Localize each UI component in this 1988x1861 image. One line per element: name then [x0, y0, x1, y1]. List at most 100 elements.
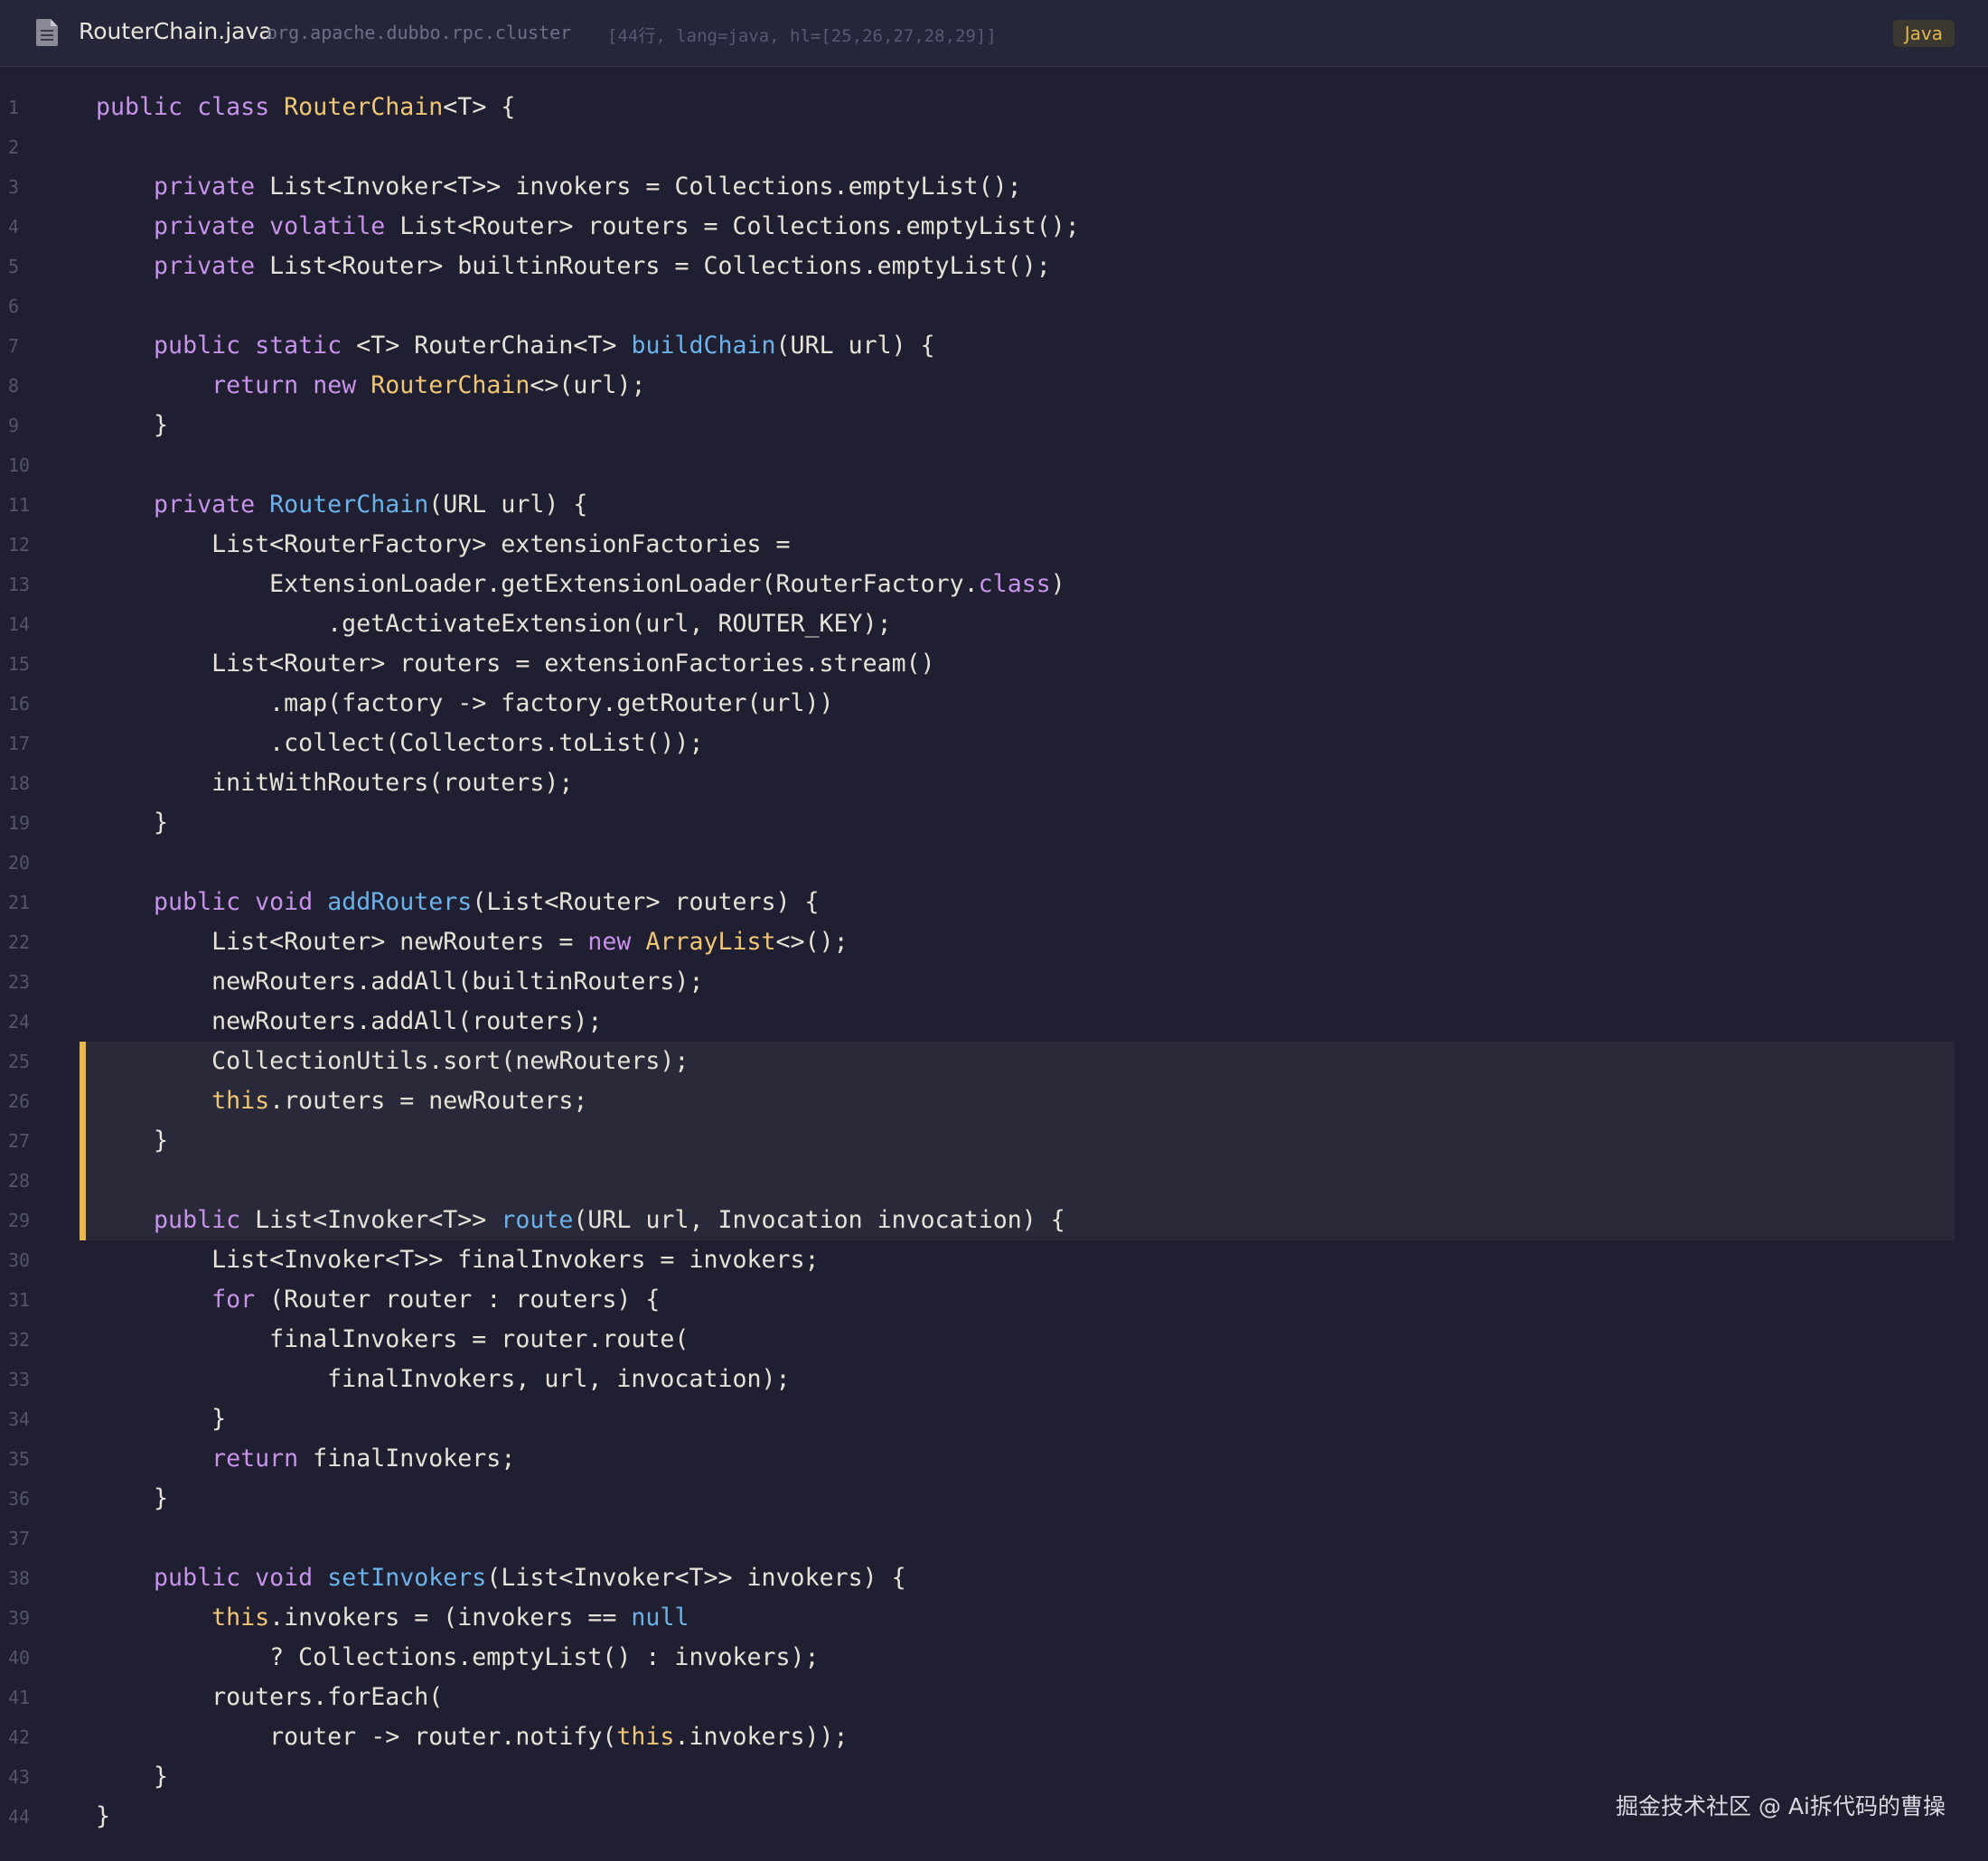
code-text[interactable]: finalInvokers, url, invocation);	[96, 1360, 790, 1399]
code-text[interactable]: private List<Router> builtinRouters = Co…	[96, 247, 1051, 286]
code-line[interactable]: 14 .getActivateExtension(url, ROUTER_KEY…	[0, 604, 1988, 644]
code-line[interactable]: 41 routers.forEach(	[0, 1678, 1988, 1717]
code-line[interactable]: 18 initWithRouters(routers);	[0, 763, 1988, 803]
code-line[interactable]: 40 ? Collections.emptyList() : invokers)…	[0, 1638, 1988, 1678]
code-text[interactable]: .getActivateExtension(url, ROUTER_KEY);	[96, 604, 891, 644]
code-text[interactable]: List<Router> newRouters = new ArrayList<…	[96, 922, 849, 962]
watermark: 掘金技术社区 @ Ai拆代码的曹操	[1616, 1793, 1946, 1819]
code-text[interactable]: public void addRouters(List<Router> rout…	[96, 883, 820, 922]
code-line[interactable]: 15 List<Router> routers = extensionFacto…	[0, 644, 1988, 684]
code-text[interactable]: this.invokers = (invokers == null	[96, 1598, 689, 1638]
line-number: 37	[8, 1528, 31, 1549]
code-text[interactable]: }	[96, 1757, 168, 1797]
code-line[interactable]: 11 private RouterChain(URL url) {	[0, 485, 1988, 525]
code-text[interactable]: private volatile List<Router> routers = …	[96, 207, 1080, 247]
code-line[interactable]: 6	[0, 286, 1988, 326]
code-line[interactable]: 42 router -> router.notify(this.invokers…	[0, 1717, 1988, 1757]
code-line[interactable]: 7 public static <T> RouterChain<T> build…	[0, 326, 1988, 366]
code-text[interactable]: public static <T> RouterChain<T> buildCh…	[96, 326, 935, 366]
code-line[interactable]: 19 }	[0, 803, 1988, 843]
code-editor[interactable]: 1 public class RouterChain<T> {2 3 private…	[0, 88, 1988, 1837]
code-line[interactable]: 21 public void addRouters(List<Router> r…	[0, 883, 1988, 922]
code-line[interactable]: 34 }	[0, 1399, 1988, 1439]
code-text[interactable]: List<Invoker<T>> finalInvokers = invoker…	[96, 1240, 819, 1280]
code-text[interactable]: .map(factory -> factory.getRouter(url))	[96, 684, 833, 724]
code-line[interactable]: 25 CollectionUtils.sort(newRouters);	[8, 1042, 1955, 1081]
file-meta: [44行, lang=java, hl=[25,26,27,28,29]]	[607, 26, 997, 46]
code-text[interactable]: List<RouterFactory> extensionFactories =	[96, 525, 790, 565]
line-number: 21	[8, 892, 31, 913]
line-number: 16	[8, 693, 31, 715]
code-line[interactable]: 13 ExtensionLoader.getExtensionLoader(Ro…	[0, 565, 1988, 604]
code-text[interactable]: routers.forEach(	[96, 1678, 443, 1717]
code-line[interactable]: 10	[0, 445, 1988, 485]
code-line[interactable]: 20	[0, 843, 1988, 883]
code-line[interactable]: 17 .collect(Collectors.toList());	[0, 724, 1988, 763]
code-text[interactable]: List<Router> routers = extensionFactorie…	[96, 644, 935, 684]
code-text[interactable]: initWithRouters(routers);	[96, 763, 573, 803]
line-number: 27	[8, 1130, 31, 1152]
code-text[interactable]: return finalInvokers;	[96, 1439, 515, 1479]
code-text[interactable]: finalInvokers = router.route(	[96, 1320, 689, 1360]
code-line[interactable]: 1 public class RouterChain<T> {	[0, 88, 1988, 127]
code-text[interactable]: for (Router router : routers) {	[96, 1280, 660, 1320]
file-name[interactable]: RouterChain.java	[79, 18, 273, 44]
code-line[interactable]: 32 finalInvokers = router.route(	[0, 1320, 1988, 1360]
code-line[interactable]: 2	[0, 127, 1988, 167]
code-line[interactable]: 8 return new RouterChain<>(url);	[0, 366, 1988, 406]
code-line[interactable]: 28	[8, 1161, 1955, 1201]
code-text[interactable]: }	[96, 1479, 168, 1519]
code-line[interactable]: 27 }	[8, 1121, 1955, 1161]
code-line[interactable]: 24 newRouters.addAll(routers);	[0, 1002, 1988, 1042]
code-text[interactable]: public void setInvokers(List<Invoker<T>>…	[96, 1558, 906, 1598]
code-line[interactable]: 37	[0, 1519, 1988, 1558]
line-number: 26	[8, 1090, 31, 1112]
code-text[interactable]: private List<Invoker<T>> invokers = Coll…	[96, 167, 1022, 207]
language-badge: Java	[1892, 20, 1955, 47]
line-number: 24	[8, 1011, 31, 1033]
code-line[interactable]: 22 List<Router> newRouters = new ArrayLi…	[0, 922, 1988, 962]
line-number: 18	[8, 772, 31, 794]
code-line[interactable]: 35 return finalInvokers;	[0, 1439, 1988, 1479]
code-line[interactable]: 39 this.invokers = (invokers == null	[0, 1598, 1988, 1638]
code-text[interactable]: this.routers = newRouters;	[96, 1081, 587, 1121]
code-text[interactable]: }	[96, 1399, 226, 1439]
code-line[interactable]: 9 }	[0, 406, 1988, 445]
code-line[interactable]: 38 public void setInvokers(List<Invoker<…	[0, 1558, 1988, 1598]
code-text[interactable]: private RouterChain(URL url) {	[96, 485, 587, 525]
code-text[interactable]: }	[96, 1797, 110, 1837]
code-line[interactable]: 31 for (Router router : routers) {	[0, 1280, 1988, 1320]
line-number: 4	[8, 216, 20, 238]
code-line[interactable]: 29 public List<Invoker<T>> route(URL url…	[8, 1201, 1955, 1240]
line-number: 7	[8, 335, 20, 357]
code-line[interactable]: 3 private List<Invoker<T>> invokers = Co…	[0, 167, 1988, 207]
code-text[interactable]: public List<Invoker<T>> route(URL url, I…	[96, 1201, 1065, 1240]
line-number: 1	[8, 97, 20, 118]
line-number: 22	[8, 931, 31, 953]
code-line[interactable]: 4 private volatile List<Router> routers …	[0, 207, 1988, 247]
line-number: 38	[8, 1567, 31, 1589]
code-text[interactable]: }	[96, 406, 168, 445]
code-line[interactable]: 26 this.routers = newRouters;	[8, 1081, 1955, 1121]
line-number: 42	[8, 1726, 31, 1748]
code-text[interactable]: return new RouterChain<>(url);	[96, 366, 645, 406]
code-line[interactable]: 5 private List<Router> builtinRouters = …	[0, 247, 1988, 286]
code-line[interactable]: 12 List<RouterFactory> extensionFactorie…	[0, 525, 1988, 565]
code-line[interactable]: 30 List<Invoker<T>> finalInvokers = invo…	[0, 1240, 1988, 1280]
code-text[interactable]: ? Collections.emptyList() : invokers);	[96, 1638, 819, 1678]
code-text[interactable]: newRouters.addAll(routers);	[96, 1002, 602, 1042]
line-number: 8	[8, 375, 20, 397]
code-text[interactable]: public class RouterChain<T> {	[96, 88, 515, 127]
code-line[interactable]: 36 }	[0, 1479, 1988, 1519]
line-number: 32	[8, 1329, 31, 1351]
code-line[interactable]: 23 newRouters.addAll(builtinRouters);	[0, 962, 1988, 1002]
code-text[interactable]: .collect(Collectors.toList());	[96, 724, 703, 763]
code-text[interactable]: CollectionUtils.sort(newRouters);	[96, 1042, 689, 1081]
code-text[interactable]: }	[96, 1121, 168, 1161]
code-text[interactable]: ExtensionLoader.getExtensionLoader(Route…	[96, 565, 1065, 604]
code-text[interactable]: router -> router.notify(this.invokers));	[96, 1717, 848, 1757]
code-line[interactable]: 33 finalInvokers, url, invocation);	[0, 1360, 1988, 1399]
code-text[interactable]: }	[96, 803, 168, 843]
code-line[interactable]: 16 .map(factory -> factory.getRouter(url…	[0, 684, 1988, 724]
code-text[interactable]: newRouters.addAll(builtinRouters);	[96, 962, 703, 1002]
